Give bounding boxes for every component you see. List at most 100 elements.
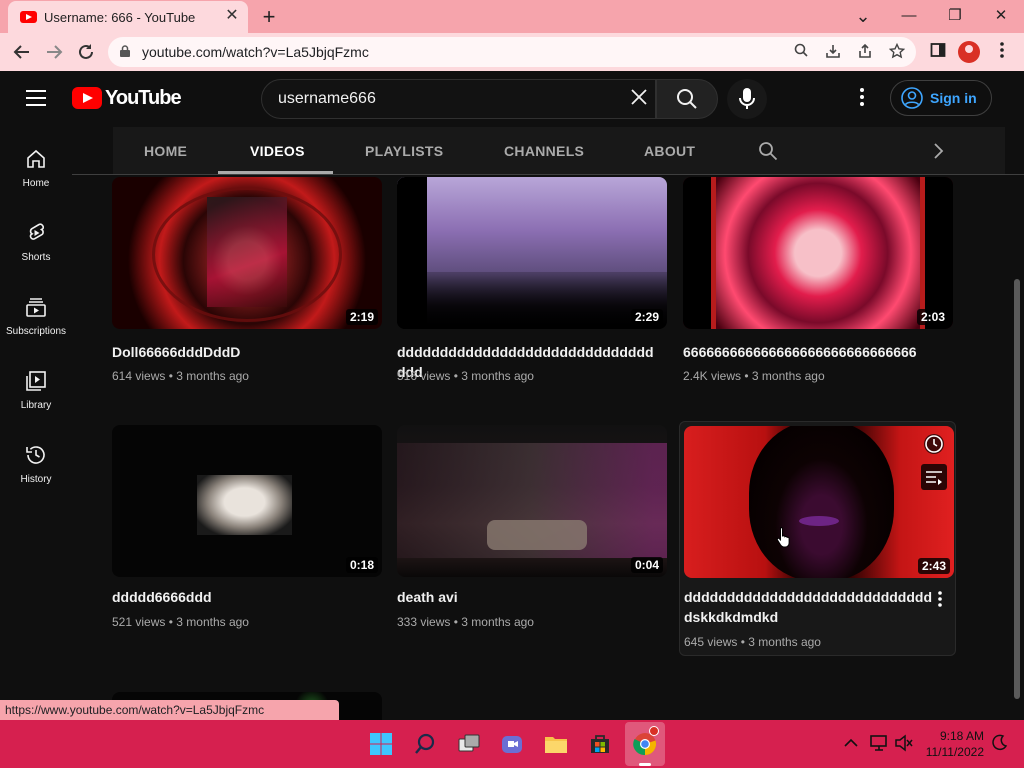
video-duration: 2:29 bbox=[630, 309, 663, 325]
video-thumbnail[interactable]: 2:29 bbox=[397, 177, 667, 329]
youtube-header: YouTube username666 Sign in bbox=[0, 71, 1024, 127]
menu-hamburger-icon[interactable] bbox=[26, 90, 46, 106]
tab-about[interactable]: ABOUT bbox=[644, 143, 695, 159]
taskbar-search-icon[interactable] bbox=[413, 732, 437, 756]
video-views: 2.4K views bbox=[683, 369, 742, 383]
restore-button[interactable]: ❐ bbox=[932, 2, 978, 30]
voice-search-button[interactable] bbox=[727, 79, 767, 119]
running-indicator bbox=[639, 763, 651, 766]
video-title[interactable]: ddddddddddddddddddddddddddddddskkdkdmdkd bbox=[684, 587, 932, 627]
profile-avatar-icon[interactable] bbox=[958, 41, 980, 63]
youtube-favicon-icon bbox=[20, 11, 37, 23]
settings-more-icon[interactable] bbox=[852, 88, 872, 110]
tab-channels[interactable]: CHANNELS bbox=[504, 143, 584, 159]
video-duration: 0:18 bbox=[345, 557, 378, 573]
video-card[interactable]: 0:18 ddddd6666ddd 521 views • 3 months a… bbox=[112, 425, 382, 635]
guide-item-history[interactable]: History bbox=[0, 444, 72, 518]
video-duration: 2:03 bbox=[916, 309, 949, 325]
address-bar[interactable]: youtube.com/watch?v=La5JbjqFzmc bbox=[108, 37, 916, 67]
video-card[interactable]: 0:04 death avi 333 views • 3 months ago bbox=[397, 425, 667, 635]
chevron-right-icon[interactable] bbox=[932, 142, 944, 165]
video-title[interactable]: ddddd6666ddd bbox=[112, 587, 372, 607]
clear-search-icon[interactable] bbox=[628, 88, 650, 110]
video-age: 3 months ago bbox=[751, 369, 825, 383]
search-button[interactable] bbox=[656, 79, 718, 119]
tab-videos[interactable]: VIDEOS bbox=[250, 143, 305, 159]
taskbar-clock[interactable]: 9:18 AM 11/11/2022 bbox=[922, 728, 984, 760]
guide-item-library[interactable]: Library bbox=[0, 370, 72, 444]
close-window-button[interactable]: ✕ bbox=[978, 2, 1024, 30]
subscriptions-icon bbox=[26, 298, 46, 317]
chrome-profile-badge-icon bbox=[649, 726, 659, 736]
search-query: username666 bbox=[278, 90, 376, 107]
search-icon bbox=[677, 89, 697, 109]
new-tab-button[interactable]: + bbox=[256, 4, 282, 30]
guide-item-home[interactable]: Home bbox=[0, 148, 72, 222]
browser-title-bar: Username: 666 - YouTube ✕ + ⌄ — ❐ ✕ bbox=[0, 0, 1024, 33]
scrollbar-thumb[interactable] bbox=[1014, 279, 1020, 699]
sign-in-button[interactable]: Sign in bbox=[890, 80, 992, 116]
video-meta: 614 views • 3 months ago bbox=[112, 369, 249, 383]
guide-label-library: Library bbox=[20, 400, 52, 411]
status-url-bubble: https://www.youtube.com/watch?v=La5JbjqF… bbox=[0, 700, 339, 720]
shorts-icon bbox=[29, 223, 45, 240]
tab-playlists[interactable]: PLAYLISTS bbox=[365, 143, 443, 159]
windows-start-icon[interactable] bbox=[369, 732, 393, 756]
install-app-icon[interactable] bbox=[824, 43, 842, 61]
tab-home[interactable]: HOME bbox=[144, 143, 187, 159]
page-scrollbar[interactable] bbox=[1011, 175, 1024, 720]
focus-assist-moon-icon[interactable] bbox=[990, 734, 1008, 752]
guide-label-home: Home bbox=[22, 178, 50, 189]
video-thumbnail[interactable]: 2:19 bbox=[112, 177, 382, 329]
share-icon[interactable] bbox=[856, 43, 874, 61]
meta-separator: • bbox=[453, 615, 458, 629]
reload-button[interactable] bbox=[72, 38, 100, 66]
sign-in-label: Sign in bbox=[930, 90, 977, 106]
teams-chat-icon[interactable] bbox=[500, 732, 524, 756]
tab-close-button[interactable]: ✕ bbox=[222, 6, 242, 26]
video-thumbnail[interactable]: 0:18 bbox=[112, 425, 382, 577]
chrome-menu-icon[interactable] bbox=[992, 42, 1012, 62]
channel-search-icon[interactable] bbox=[758, 141, 778, 166]
video-title[interactable]: 666666666666666666666666666666 bbox=[683, 342, 943, 362]
back-button[interactable] bbox=[8, 38, 36, 66]
video-thumbnail[interactable]: 2:03 bbox=[683, 177, 953, 329]
meta-separator: • bbox=[744, 369, 749, 383]
network-icon[interactable] bbox=[869, 734, 889, 752]
account-circle-icon bbox=[901, 87, 923, 109]
side-panel-icon[interactable] bbox=[928, 42, 948, 62]
clock-date: 11/11/2022 bbox=[925, 745, 984, 759]
browser-tab[interactable]: Username: 666 - YouTube ✕ bbox=[8, 1, 248, 33]
tab-search-dropdown-button[interactable]: ⌄ bbox=[840, 2, 886, 30]
meta-separator: • bbox=[453, 369, 458, 383]
chrome-taskbar-button[interactable] bbox=[625, 722, 665, 766]
video-title[interactable]: death avi bbox=[397, 587, 657, 607]
add-to-queue-icon[interactable] bbox=[921, 464, 947, 490]
volume-muted-icon[interactable] bbox=[894, 734, 914, 752]
bookmark-star-icon[interactable] bbox=[888, 42, 906, 61]
hand-cursor-icon bbox=[776, 526, 790, 548]
video-card[interactable]: 2:03 666666666666666666666666666666 2.4K… bbox=[683, 177, 953, 392]
microphone-icon bbox=[739, 88, 755, 109]
video-action-menu-icon[interactable] bbox=[938, 591, 942, 612]
microsoft-store-icon[interactable] bbox=[588, 732, 612, 756]
guide-item-shorts[interactable]: Shorts bbox=[0, 222, 72, 296]
forward-button[interactable] bbox=[40, 38, 68, 66]
youtube-play-logo-icon bbox=[72, 87, 102, 109]
zoom-search-icon[interactable] bbox=[792, 43, 810, 61]
show-hidden-icons-chevron-icon[interactable] bbox=[842, 734, 860, 752]
video-thumbnail[interactable]: 2:43 bbox=[684, 426, 954, 578]
video-title[interactable]: Doll66666dddDddD bbox=[112, 342, 372, 362]
video-card[interactable]: 2:19 Doll66666dddDddD 614 views • 3 mont… bbox=[112, 177, 382, 392]
video-card-hovered[interactable]: 2:43 ddddddddddddddddddddddddddddddskkdk… bbox=[679, 421, 956, 656]
search-input[interactable]: username666 bbox=[261, 79, 656, 119]
watch-later-clock-icon[interactable] bbox=[924, 434, 944, 454]
video-card[interactable]: 2:29 ddddddddddddddddddddddddddddddddd 5… bbox=[397, 177, 667, 392]
guide-item-subscriptions[interactable]: Subscriptions bbox=[0, 296, 72, 370]
file-explorer-icon[interactable] bbox=[544, 732, 568, 756]
video-thumbnail[interactable]: 0:04 bbox=[397, 425, 667, 577]
channel-tabs: HOME VIDEOS PLAYLISTS CHANNELS ABOUT bbox=[72, 127, 1024, 175]
minimize-button[interactable]: — bbox=[886, 2, 932, 30]
task-view-icon[interactable] bbox=[457, 732, 481, 756]
guide-label-shorts: Shorts bbox=[21, 252, 51, 263]
